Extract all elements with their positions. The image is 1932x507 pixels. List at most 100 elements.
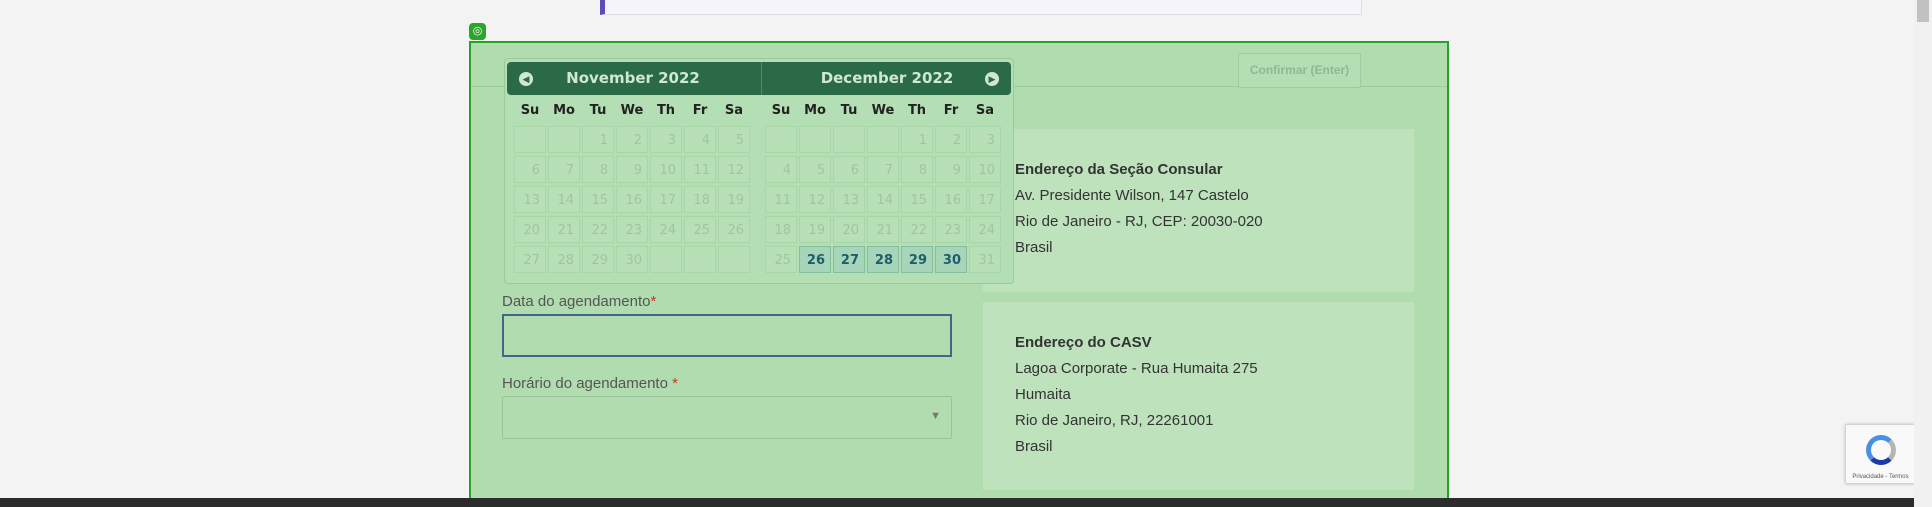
recaptcha-footer[interactable]: Privacidade - Termos (1846, 474, 1915, 480)
weekday-header-nov: Mo (553, 103, 575, 118)
day-cell-nov: 1 (582, 126, 614, 153)
casv-address-line: Rio de Janeiro, RJ, 22261001 (1015, 412, 1214, 429)
time-label: Horário do agendamento * (502, 375, 678, 392)
day-cell-dec: 10 (969, 156, 1001, 183)
scrollbar-thumb[interactable] (1917, 0, 1929, 22)
day-cell-dec: 12 (799, 186, 831, 213)
datepicker-header: ◀ November 2022 December 2022 ▶ (507, 62, 1011, 95)
day-cell-nov: 24 (650, 216, 682, 243)
day-cell-nov: 16 (616, 186, 648, 213)
weekday-header-dec: Fr (943, 103, 959, 118)
day-cell-dec: 18 (765, 216, 797, 243)
casv-address-line: Lagoa Corporate - Rua Humaita 275 (1015, 360, 1258, 377)
weekday-header-nov: Sa (724, 103, 744, 118)
weekday-header-nov: Th (656, 103, 676, 118)
empty-day-cell (718, 246, 750, 273)
date-label-text: Data do agendamento (502, 293, 651, 310)
day-cell-dec: 16 (935, 186, 967, 213)
confirm-button[interactable]: Confirmar (Enter) (1238, 53, 1361, 88)
day-cell-dec: 21 (867, 216, 899, 243)
day-cell-nov: 29 (582, 246, 614, 273)
weekday-header-nov: Tu (589, 103, 607, 118)
consular-address-title: Endereço da Seção Consular (1015, 161, 1223, 178)
day-cell-nov: 4 (684, 126, 716, 153)
day-cell-nov: 5 (718, 126, 750, 153)
datepicker-popup: ◀ November 2022 December 2022 ▶ Su Mo Tu We… (504, 58, 1014, 284)
weekday-header-dec: Tu (840, 103, 858, 118)
day-cell-dec: 23 (935, 216, 967, 243)
day-cell-dec: 8 (901, 156, 933, 183)
consular-address-line: Rio de Janeiro - RJ, CEP: 20030-020 (1015, 213, 1263, 230)
day-cell-dec: 25 (765, 246, 797, 273)
consular-address-card: Endereço da Seção Consular Av. President… (983, 129, 1414, 292)
chevron-right-icon[interactable]: ▶ (985, 72, 999, 86)
day-cell-dec[interactable]: 27 (833, 246, 865, 273)
day-cell-dec: 20 (833, 216, 865, 243)
highlight-badge-icon: ◎ (469, 23, 486, 40)
empty-day-cell (650, 246, 682, 273)
empty-day-cell (514, 126, 546, 153)
appointment-time-select[interactable]: ▼ (502, 396, 952, 439)
day-cell-dec: 3 (969, 126, 1001, 153)
day-cell-dec: 22 (901, 216, 933, 243)
day-cell-dec: 19 (799, 216, 831, 243)
weekday-header-nov: Su (520, 103, 540, 118)
recaptcha-badge[interactable]: Privacidade - Termos (1845, 424, 1916, 484)
empty-day-cell (765, 126, 797, 153)
day-cell-dec: 7 (867, 156, 899, 183)
day-cell-nov: 11 (684, 156, 716, 183)
required-marker: * (650, 293, 657, 310)
day-cell-dec[interactable]: 30 (935, 246, 967, 273)
empty-day-cell (799, 126, 831, 153)
caret-down-icon: ▼ (930, 410, 941, 422)
day-cell-nov: 30 (616, 246, 648, 273)
day-cell-dec[interactable]: 26 (799, 246, 831, 273)
day-cell-nov: 7 (548, 156, 580, 183)
day-cell-nov: 8 (582, 156, 614, 183)
day-cell-dec[interactable]: 28 (867, 246, 899, 273)
day-cell-nov: 20 (514, 216, 546, 243)
day-cell-dec: 4 (765, 156, 797, 183)
weekday-header-nov: We (620, 103, 644, 118)
day-cell-nov: 10 (650, 156, 682, 183)
casv-address-card: Endereço do CASV Lagoa Corporate - Rua H… (983, 302, 1414, 490)
consular-address-line: Av. Presidente Wilson, 147 Castelo (1015, 187, 1249, 204)
bottom-bar (0, 498, 1914, 507)
day-cell-dec: 1 (901, 126, 933, 153)
day-cell-dec: 17 (969, 186, 1001, 213)
day-cell-nov: 13 (514, 186, 546, 213)
casv-address-line: Brasil (1015, 438, 1053, 455)
day-cell-nov: 9 (616, 156, 648, 183)
day-cell-nov: 23 (616, 216, 648, 243)
day-cell-dec[interactable]: 29 (901, 246, 933, 273)
page-scrollbar[interactable] (1914, 0, 1932, 507)
weekday-header-dec: We (871, 103, 895, 118)
day-cell-nov: 12 (718, 156, 750, 183)
day-cell-nov: 21 (548, 216, 580, 243)
day-cell-dec: 9 (935, 156, 967, 183)
required-marker: * (672, 375, 678, 392)
right-month-title: December 2022 (820, 69, 954, 87)
day-cell-nov: 15 (582, 186, 614, 213)
day-cell-nov: 17 (650, 186, 682, 213)
empty-day-cell (548, 126, 580, 153)
day-cell-nov: 26 (718, 216, 750, 243)
weekday-header-dec: Su (771, 103, 791, 118)
consular-address-line: Brasil (1015, 239, 1053, 256)
day-cell-dec: 11 (765, 186, 797, 213)
day-cell-nov: 22 (582, 216, 614, 243)
day-cell-dec: 5 (799, 156, 831, 183)
day-cell-nov: 3 (650, 126, 682, 153)
recaptcha-icon (1866, 435, 1896, 465)
day-cell-nov: 18 (684, 186, 716, 213)
empty-day-cell (867, 126, 899, 153)
left-month-title: November 2022 (566, 69, 700, 87)
casv-address-title: Endereço do CASV (1015, 334, 1152, 351)
empty-day-cell (684, 246, 716, 273)
date-label: Data do agendamento* (502, 293, 656, 310)
day-cell-dec: 13 (833, 186, 865, 213)
weekday-header-dec: Mo (804, 103, 826, 118)
weekday-header-dec: Sa (975, 103, 995, 118)
day-cell-nov: 6 (514, 156, 546, 183)
appointment-date-input[interactable] (502, 314, 952, 357)
